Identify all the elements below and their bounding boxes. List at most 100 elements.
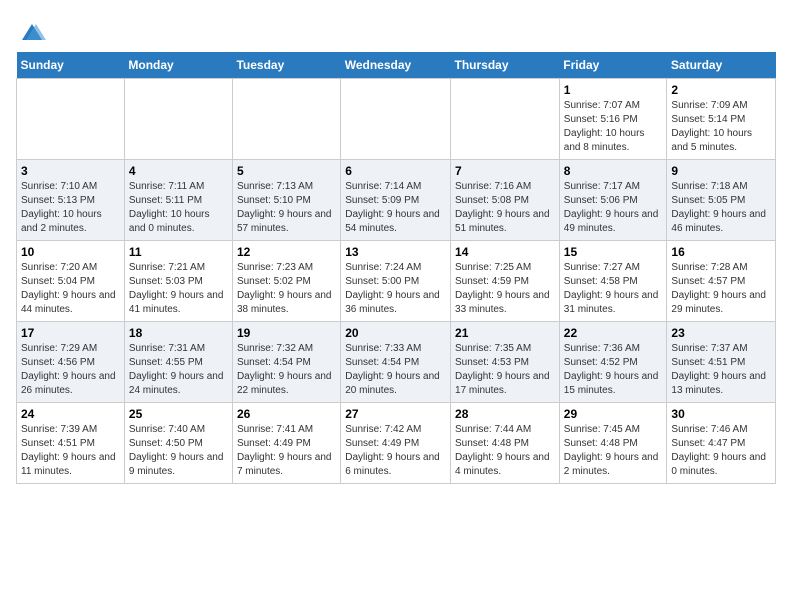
col-header-friday: Friday xyxy=(559,52,667,79)
day-number: 7 xyxy=(455,164,555,178)
day-info: Sunrise: 7:14 AM Sunset: 5:09 PM Dayligh… xyxy=(345,180,446,236)
day-number: 30 xyxy=(671,407,771,421)
day-cell: 19 Sunrise: 7:32 AM Sunset: 4:54 PM Dayli… xyxy=(232,322,340,403)
day-cell: 26 Sunrise: 7:41 AM Sunset: 4:49 PM Dayli… xyxy=(232,403,340,484)
day-number: 1 xyxy=(564,83,663,97)
calendar-header-row: SundayMondayTuesdayWednesdayThursdayFrid… xyxy=(17,52,776,79)
day-info: Sunrise: 7:16 AM Sunset: 5:08 PM Dayligh… xyxy=(455,180,555,236)
day-cell: 12Sunrise: 7:23 AM Sunset: 5:02 PM Dayli… xyxy=(232,241,340,322)
day-info: Sunrise: 7:11 AM Sunset: 5:11 PM Dayligh… xyxy=(129,180,228,236)
col-header-saturday: Saturday xyxy=(667,52,776,79)
day-cell: 3 Sunrise: 7:10 AM Sunset: 5:13 PM Daylig… xyxy=(17,160,125,241)
week-row-4: 17 Sunrise: 7:29 AM Sunset: 4:56 PM Dayli… xyxy=(17,322,776,403)
day-number: 3 xyxy=(21,164,120,178)
day-cell: 20 Sunrise: 7:33 AM Sunset: 4:54 PM Dayli… xyxy=(341,322,451,403)
day-number: 9 xyxy=(671,164,771,178)
day-cell: 28 Sunrise: 7:44 AM Sunset: 4:48 PM Dayli… xyxy=(451,403,560,484)
day-info: Sunrise: 7:32 AM Sunset: 4:54 PM Dayligh… xyxy=(237,342,336,398)
day-info: Sunrise: 7:25 AM Sunset: 4:59 PM Dayligh… xyxy=(455,261,555,317)
day-number: 21 xyxy=(455,326,555,340)
week-row-2: 3 Sunrise: 7:10 AM Sunset: 5:13 PM Daylig… xyxy=(17,160,776,241)
day-info: Sunrise: 7:24 AM Sunset: 5:00 PM Dayligh… xyxy=(345,261,446,317)
day-cell: 30 Sunrise: 7:46 AM Sunset: 4:47 PM Dayli… xyxy=(667,403,776,484)
day-info: Sunrise: 7:10 AM Sunset: 5:13 PM Dayligh… xyxy=(21,180,120,236)
day-cell: 27 Sunrise: 7:42 AM Sunset: 4:49 PM Dayli… xyxy=(341,403,451,484)
week-row-3: 10 Sunrise: 7:20 AM Sunset: 5:04 PM Dayli… xyxy=(17,241,776,322)
day-number: 28 xyxy=(455,407,555,421)
day-cell: 8 Sunrise: 7:17 AM Sunset: 5:06 PM Daylig… xyxy=(559,160,667,241)
day-cell: 16Sunrise: 7:28 AM Sunset: 4:57 PM Dayli… xyxy=(667,241,776,322)
day-info: Sunrise: 7:37 AM Sunset: 4:51 PM Dayligh… xyxy=(671,342,771,398)
day-number: 22 xyxy=(564,326,663,340)
day-number: 13 xyxy=(345,245,446,259)
day-cell: 13 Sunrise: 7:24 AM Sunset: 5:00 PM Dayli… xyxy=(341,241,451,322)
day-info: Sunrise: 7:45 AM Sunset: 4:48 PM Dayligh… xyxy=(564,423,663,479)
day-number: 14 xyxy=(455,245,555,259)
day-info: Sunrise: 7:31 AM Sunset: 4:55 PM Dayligh… xyxy=(129,342,228,398)
day-number: 20 xyxy=(345,326,446,340)
day-cell: 1 Sunrise: 7:07 AM Sunset: 5:16 PM Daylig… xyxy=(559,79,667,160)
day-number: 2 xyxy=(671,83,771,97)
day-number: 6 xyxy=(345,164,446,178)
calendar-table: SundayMondayTuesdayWednesdayThursdayFrid… xyxy=(16,52,776,484)
day-cell: 17 Sunrise: 7:29 AM Sunset: 4:56 PM Dayli… xyxy=(17,322,125,403)
day-number: 4 xyxy=(129,164,228,178)
week-row-5: 24 Sunrise: 7:39 AM Sunset: 4:51 PM Dayli… xyxy=(17,403,776,484)
day-number: 24 xyxy=(21,407,120,421)
day-cell: 14 Sunrise: 7:25 AM Sunset: 4:59 PM Dayli… xyxy=(451,241,560,322)
logo xyxy=(16,20,46,42)
week-row-1: 1 Sunrise: 7:07 AM Sunset: 5:16 PM Daylig… xyxy=(17,79,776,160)
day-info: Sunrise: 7:28 AM Sunset: 4:57 PM Dayligh… xyxy=(671,261,771,317)
day-number: 27 xyxy=(345,407,446,421)
day-cell xyxy=(124,79,232,160)
day-cell: 23 Sunrise: 7:37 AM Sunset: 4:51 PM Dayli… xyxy=(667,322,776,403)
day-info: Sunrise: 7:17 AM Sunset: 5:06 PM Dayligh… xyxy=(564,180,663,236)
day-cell xyxy=(451,79,560,160)
day-number: 29 xyxy=(564,407,663,421)
day-cell: 7 Sunrise: 7:16 AM Sunset: 5:08 PM Daylig… xyxy=(451,160,560,241)
day-cell: 15Sunrise: 7:27 AM Sunset: 4:58 PM Dayli… xyxy=(559,241,667,322)
day-info: Sunrise: 7:13 AM Sunset: 5:10 PM Dayligh… xyxy=(237,180,336,236)
day-info: Sunrise: 7:41 AM Sunset: 4:49 PM Dayligh… xyxy=(237,423,336,479)
col-header-sunday: Sunday xyxy=(17,52,125,79)
day-info: Sunrise: 7:42 AM Sunset: 4:49 PM Dayligh… xyxy=(345,423,446,479)
day-info: Sunrise: 7:23 AM Sunset: 5:02 PM Dayligh… xyxy=(237,261,336,317)
col-header-thursday: Thursday xyxy=(451,52,560,79)
day-cell: 5Sunrise: 7:13 AM Sunset: 5:10 PM Daylig… xyxy=(232,160,340,241)
day-number: 17 xyxy=(21,326,120,340)
logo-icon xyxy=(18,20,46,48)
day-cell: 6 Sunrise: 7:14 AM Sunset: 5:09 PM Daylig… xyxy=(341,160,451,241)
day-number: 19 xyxy=(237,326,336,340)
day-info: Sunrise: 7:09 AM Sunset: 5:14 PM Dayligh… xyxy=(671,99,771,155)
day-number: 8 xyxy=(564,164,663,178)
day-number: 26 xyxy=(237,407,336,421)
col-header-tuesday: Tuesday xyxy=(232,52,340,79)
day-cell: 2 Sunrise: 7:09 AM Sunset: 5:14 PM Daylig… xyxy=(667,79,776,160)
day-cell: 4 Sunrise: 7:11 AM Sunset: 5:11 PM Daylig… xyxy=(124,160,232,241)
day-cell xyxy=(341,79,451,160)
day-cell: 18 Sunrise: 7:31 AM Sunset: 4:55 PM Dayli… xyxy=(124,322,232,403)
day-info: Sunrise: 7:46 AM Sunset: 4:47 PM Dayligh… xyxy=(671,423,771,479)
day-info: Sunrise: 7:07 AM Sunset: 5:16 PM Dayligh… xyxy=(564,99,663,155)
day-cell: 10 Sunrise: 7:20 AM Sunset: 5:04 PM Dayli… xyxy=(17,241,125,322)
day-cell: 22Sunrise: 7:36 AM Sunset: 4:52 PM Dayli… xyxy=(559,322,667,403)
header xyxy=(16,16,776,42)
day-info: Sunrise: 7:33 AM Sunset: 4:54 PM Dayligh… xyxy=(345,342,446,398)
day-info: Sunrise: 7:20 AM Sunset: 5:04 PM Dayligh… xyxy=(21,261,120,317)
day-cell: 11Sunrise: 7:21 AM Sunset: 5:03 PM Dayli… xyxy=(124,241,232,322)
day-number: 25 xyxy=(129,407,228,421)
day-info: Sunrise: 7:29 AM Sunset: 4:56 PM Dayligh… xyxy=(21,342,120,398)
day-number: 18 xyxy=(129,326,228,340)
day-number: 10 xyxy=(21,245,120,259)
day-info: Sunrise: 7:18 AM Sunset: 5:05 PM Dayligh… xyxy=(671,180,771,236)
day-info: Sunrise: 7:35 AM Sunset: 4:53 PM Dayligh… xyxy=(455,342,555,398)
day-number: 15 xyxy=(564,245,663,259)
day-info: Sunrise: 7:44 AM Sunset: 4:48 PM Dayligh… xyxy=(455,423,555,479)
day-number: 23 xyxy=(671,326,771,340)
day-info: Sunrise: 7:40 AM Sunset: 4:50 PM Dayligh… xyxy=(129,423,228,479)
col-header-monday: Monday xyxy=(124,52,232,79)
day-cell xyxy=(232,79,340,160)
day-cell: 21 Sunrise: 7:35 AM Sunset: 4:53 PM Dayli… xyxy=(451,322,560,403)
day-info: Sunrise: 7:39 AM Sunset: 4:51 PM Dayligh… xyxy=(21,423,120,479)
day-cell xyxy=(17,79,125,160)
